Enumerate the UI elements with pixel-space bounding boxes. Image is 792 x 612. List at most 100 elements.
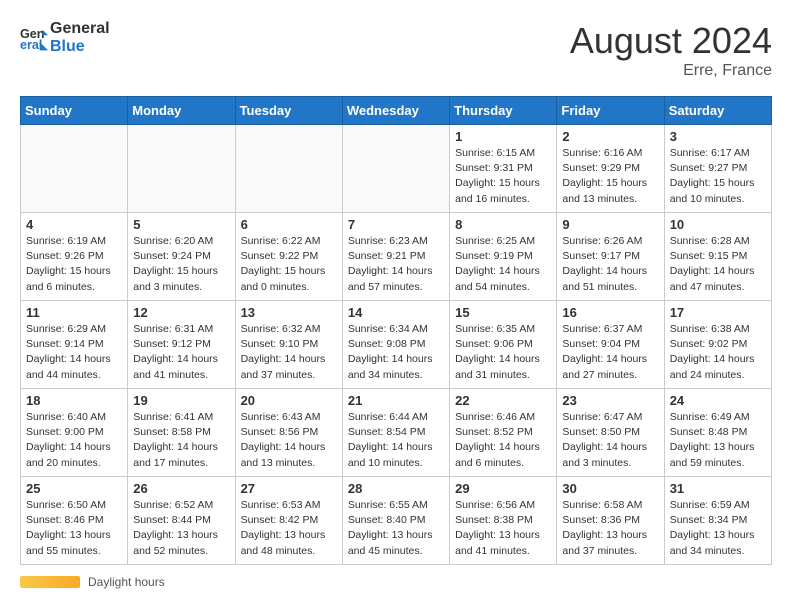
calendar-cell: 23Sunrise: 6:47 AM Sunset: 8:50 PM Dayli… (557, 389, 664, 477)
day-number: 3 (670, 129, 766, 144)
day-number: 7 (348, 217, 444, 232)
day-info: Sunrise: 6:32 AM Sunset: 9:10 PM Dayligh… (241, 322, 337, 383)
col-header-tuesday: Tuesday (235, 97, 342, 125)
day-info: Sunrise: 6:25 AM Sunset: 9:19 PM Dayligh… (455, 234, 551, 295)
week-row-2: 4 Sunrise: 6:19 AM Sunset: 9:26 PM Daylig… (21, 213, 772, 301)
day-number: 4 (26, 217, 122, 232)
day-number: 1 (455, 129, 551, 144)
day-info: Sunrise: 6:35 AM Sunset: 9:06 PM Dayligh… (455, 322, 551, 383)
header-row: SundayMondayTuesdayWednesdayThursdayFrid… (21, 97, 772, 125)
week-row-4: 18 Sunrise: 6:40 AM Sunset: 9:00 PM Dayli… (21, 389, 772, 477)
calendar-cell: 17Sunrise: 6:38 AM Sunset: 9:02 PM Dayli… (664, 301, 771, 389)
calendar-cell (235, 125, 342, 213)
day-info: Sunrise: 6:38 AM Sunset: 9:02 PM Dayligh… (670, 322, 766, 383)
day-info: Sunrise: 6:34 AM Sunset: 9:08 PM Dayligh… (348, 322, 444, 383)
day-number: 11 (26, 305, 122, 320)
day-number: 28 (348, 481, 444, 496)
calendar-cell: 4 Sunrise: 6:19 AM Sunset: 9:26 PM Daylig… (21, 213, 128, 301)
day-number: 9 (562, 217, 658, 232)
day-info: Sunrise: 6:16 AM Sunset: 9:29 PM Dayligh… (562, 146, 658, 207)
col-header-thursday: Thursday (450, 97, 557, 125)
week-row-1: 1 Sunrise: 6:15 AM Sunset: 9:31 PM Daylig… (21, 125, 772, 213)
day-number: 8 (455, 217, 551, 232)
day-number: 18 (26, 393, 122, 408)
calendar-cell: 7 Sunrise: 6:23 AM Sunset: 9:21 PM Daylig… (342, 213, 449, 301)
calendar-cell: 16 Sunrise: 6:37 AM Sunset: 9:04 PM Dayli… (557, 301, 664, 389)
calendar-cell: 13Sunrise: 6:32 AM Sunset: 9:10 PM Dayli… (235, 301, 342, 389)
daylight-bar-icon (20, 576, 80, 588)
day-number: 21 (348, 393, 444, 408)
day-info: Sunrise: 6:46 AM Sunset: 8:52 PM Dayligh… (455, 410, 551, 471)
day-number: 12 (133, 305, 229, 320)
day-number: 16 (562, 305, 658, 320)
col-header-wednesday: Wednesday (342, 97, 449, 125)
day-number: 24 (670, 393, 766, 408)
footer: Daylight hours (20, 575, 772, 589)
logo-icon: Gen eral ◣ (20, 24, 48, 52)
calendar-cell: 14 Sunrise: 6:34 AM Sunset: 9:08 PM Dayli… (342, 301, 449, 389)
day-info: Sunrise: 6:28 AM Sunset: 9:15 PM Dayligh… (670, 234, 766, 295)
calendar-cell: 8 Sunrise: 6:25 AM Sunset: 9:19 PM Daylig… (450, 213, 557, 301)
calendar-cell: 1 Sunrise: 6:15 AM Sunset: 9:31 PM Daylig… (450, 125, 557, 213)
day-info: Sunrise: 6:47 AM Sunset: 8:50 PM Dayligh… (562, 410, 658, 471)
day-info: Sunrise: 6:31 AM Sunset: 9:12 PM Dayligh… (133, 322, 229, 383)
calendar-cell: 29 Sunrise: 6:56 AM Sunset: 8:38 PM Dayli… (450, 477, 557, 565)
logo-general: General (50, 20, 110, 37)
day-number: 25 (26, 481, 122, 496)
day-info: Sunrise: 6:17 AM Sunset: 9:27 PM Dayligh… (670, 146, 766, 207)
week-row-5: 25 Sunrise: 6:50 AM Sunset: 8:46 PM Dayli… (21, 477, 772, 565)
day-info: Sunrise: 6:58 AM Sunset: 8:36 PM Dayligh… (562, 498, 658, 559)
calendar-cell: 20 Sunrise: 6:43 AM Sunset: 8:56 PM Dayli… (235, 389, 342, 477)
day-info: Sunrise: 6:37 AM Sunset: 9:04 PM Dayligh… (562, 322, 658, 383)
calendar-cell: 18 Sunrise: 6:40 AM Sunset: 9:00 PM Dayli… (21, 389, 128, 477)
day-info: Sunrise: 6:19 AM Sunset: 9:26 PM Dayligh… (26, 234, 122, 295)
day-info: Sunrise: 6:56 AM Sunset: 8:38 PM Dayligh… (455, 498, 551, 559)
location-label: Erre, France (570, 62, 772, 80)
calendar-cell (128, 125, 235, 213)
day-info: Sunrise: 6:52 AM Sunset: 8:44 PM Dayligh… (133, 498, 229, 559)
day-info: Sunrise: 6:59 AM Sunset: 8:34 PM Dayligh… (670, 498, 766, 559)
logo-blue: Blue (50, 38, 85, 55)
col-header-friday: Friday (557, 97, 664, 125)
day-info: Sunrise: 6:43 AM Sunset: 8:56 PM Dayligh… (241, 410, 337, 471)
day-number: 15 (455, 305, 551, 320)
calendar-cell: 30Sunrise: 6:58 AM Sunset: 8:36 PM Dayli… (557, 477, 664, 565)
day-info: Sunrise: 6:50 AM Sunset: 8:46 PM Dayligh… (26, 498, 122, 559)
day-info: Sunrise: 6:26 AM Sunset: 9:17 PM Dayligh… (562, 234, 658, 295)
calendar-cell: 26 Sunrise: 6:52 AM Sunset: 8:44 PM Dayli… (128, 477, 235, 565)
calendar-cell: 28Sunrise: 6:55 AM Sunset: 8:40 PM Dayli… (342, 477, 449, 565)
day-number: 10 (670, 217, 766, 232)
day-info: Sunrise: 6:49 AM Sunset: 8:48 PM Dayligh… (670, 410, 766, 471)
day-number: 29 (455, 481, 551, 496)
day-number: 31 (670, 481, 766, 496)
week-row-3: 11Sunrise: 6:29 AM Sunset: 9:14 PM Dayli… (21, 301, 772, 389)
day-info: Sunrise: 6:40 AM Sunset: 9:00 PM Dayligh… (26, 410, 122, 471)
day-info: Sunrise: 6:22 AM Sunset: 9:22 PM Dayligh… (241, 234, 337, 295)
page-header: Gen eral ◣ General Blue August 2024 Erre… (20, 20, 772, 80)
day-number: 26 (133, 481, 229, 496)
day-info: Sunrise: 6:15 AM Sunset: 9:31 PM Dayligh… (455, 146, 551, 207)
day-number: 22 (455, 393, 551, 408)
calendar-cell: 9 Sunrise: 6:26 AM Sunset: 9:17 PM Daylig… (557, 213, 664, 301)
calendar-cell: 5Sunrise: 6:20 AM Sunset: 9:24 PM Daylig… (128, 213, 235, 301)
calendar-cell: 11Sunrise: 6:29 AM Sunset: 9:14 PM Dayli… (21, 301, 128, 389)
day-number: 5 (133, 217, 229, 232)
calendar-cell: 12 Sunrise: 6:31 AM Sunset: 9:12 PM Dayli… (128, 301, 235, 389)
calendar-cell: 21Sunrise: 6:44 AM Sunset: 8:54 PM Dayli… (342, 389, 449, 477)
calendar-cell: 15 Sunrise: 6:35 AM Sunset: 9:06 PM Dayli… (450, 301, 557, 389)
calendar-cell: 2 Sunrise: 6:16 AM Sunset: 9:29 PM Daylig… (557, 125, 664, 213)
day-number: 6 (241, 217, 337, 232)
col-header-saturday: Saturday (664, 97, 771, 125)
day-info: Sunrise: 6:53 AM Sunset: 8:42 PM Dayligh… (241, 498, 337, 559)
day-info: Sunrise: 6:23 AM Sunset: 9:21 PM Dayligh… (348, 234, 444, 295)
day-number: 2 (562, 129, 658, 144)
calendar-cell: 6 Sunrise: 6:22 AM Sunset: 9:22 PM Daylig… (235, 213, 342, 301)
calendar-cell: 19Sunrise: 6:41 AM Sunset: 8:58 PM Dayli… (128, 389, 235, 477)
col-header-monday: Monday (128, 97, 235, 125)
title-block: August 2024 Erre, France (570, 20, 772, 80)
calendar-cell: 3 Sunrise: 6:17 AM Sunset: 9:27 PM Daylig… (664, 125, 771, 213)
day-number: 14 (348, 305, 444, 320)
calendar-cell: 31 Sunrise: 6:59 AM Sunset: 8:34 PM Dayli… (664, 477, 771, 565)
day-number: 20 (241, 393, 337, 408)
logo: Gen eral ◣ General Blue (20, 20, 110, 55)
